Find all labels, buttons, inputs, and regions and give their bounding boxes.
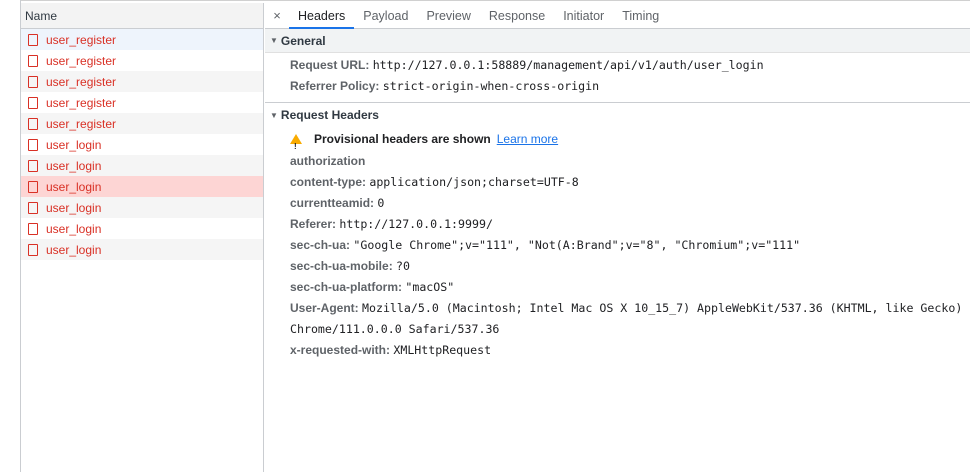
- request-name: user_register: [46, 95, 117, 110]
- document-icon: [28, 33, 38, 46]
- header-key: currentteamid:: [290, 196, 375, 210]
- close-icon[interactable]: ×: [265, 3, 289, 28]
- header-key: Request URL:: [290, 58, 370, 72]
- left-gutter: [0, 0, 21, 472]
- triangle-down-icon: ▼: [270, 110, 278, 120]
- header-row: sec-ch-ua-mobile: ?0: [265, 256, 970, 277]
- name-column-header[interactable]: Name: [21, 3, 263, 29]
- general-section-title: General: [280, 33, 326, 48]
- header-value: http://127.0.0.1:58889/management/api/v1…: [372, 58, 764, 72]
- request-row[interactable]: user_login: [21, 197, 263, 218]
- request-row[interactable]: user_register: [21, 71, 263, 92]
- request-row[interactable]: user_login: [21, 239, 263, 260]
- header-key: Referrer Policy:: [290, 79, 380, 93]
- header-value: http://127.0.0.1:9999/: [339, 217, 493, 231]
- triangle-down-icon: ▼: [270, 36, 278, 45]
- details-pane: × Headers Payload Preview Response Initiator…: [265, 3, 970, 472]
- tab-preview[interactable]: Preview: [417, 3, 479, 28]
- header-value: strict-origin-when-cross-origin: [382, 79, 600, 93]
- header-key: content-type:: [290, 175, 366, 189]
- request-row[interactable]: user_login: [21, 134, 263, 155]
- header-value: ?0: [396, 259, 410, 273]
- document-icon: [28, 96, 38, 109]
- request-name: user_login: [46, 242, 102, 257]
- request-name: user_login: [46, 200, 102, 215]
- request-headers-section-toggle[interactable]: ▼ Request Headers: [265, 103, 970, 127]
- request-name: user_register: [46, 53, 117, 68]
- header-row: content-type: application/json;charset=U…: [265, 172, 970, 193]
- request-headers-title: Request Headers: [280, 108, 379, 122]
- request-row[interactable]: user_register: [21, 113, 263, 134]
- header-key: Referer:: [290, 217, 337, 231]
- header-value: 0: [377, 196, 385, 210]
- learn-more-link[interactable]: Learn more: [497, 127, 558, 151]
- document-icon: [28, 222, 38, 235]
- document-icon: [28, 243, 38, 256]
- header-key: User-Agent:: [290, 301, 359, 315]
- warning-triangle-icon: !: [290, 134, 302, 151]
- request-row[interactable]: user_register: [21, 92, 263, 113]
- header-key: sec-ch-ua-mobile:: [290, 259, 393, 273]
- header-key: x-requested-with:: [290, 343, 391, 357]
- header-row: x-requested-with: XMLHttpRequest: [265, 340, 970, 361]
- document-icon: [28, 180, 38, 193]
- tab-payload[interactable]: Payload: [354, 3, 417, 28]
- request-row[interactable]: user_login: [21, 218, 263, 239]
- request-name: user_register: [46, 74, 117, 89]
- header-value: Mozilla/5.0 (Macintosh; Intel Mac OS X 1…: [290, 301, 963, 336]
- document-icon: [28, 159, 38, 172]
- header-row: Request URL: http://127.0.0.1:58889/mana…: [265, 55, 970, 76]
- tabs: Headers Payload Preview Response Initiator Ti…: [289, 3, 668, 29]
- header-row: sec-ch-ua-platform: "macOS": [265, 277, 970, 298]
- header-row: sec-ch-ua: "Google Chrome";v="111", "Not…: [265, 235, 970, 256]
- request-name: user_login: [46, 158, 102, 173]
- header-row: currentteamid: 0: [265, 193, 970, 214]
- request-rows: user_register user_register user_register u…: [21, 29, 263, 260]
- request-row[interactable]: user_register: [21, 29, 263, 50]
- request-row[interactable]: user_login: [21, 155, 263, 176]
- header-value: XMLHttpRequest: [393, 343, 492, 357]
- tab-response[interactable]: Response: [480, 3, 554, 28]
- request-row[interactable]: user_login: [21, 176, 263, 197]
- document-icon: [28, 201, 38, 214]
- header-row: Referrer Policy: strict-origin-when-cros…: [265, 76, 970, 97]
- request-list: Name user_register user_register user_regi…: [21, 3, 264, 472]
- header-key: authorization: [290, 154, 366, 168]
- request-name: user_login: [46, 179, 102, 194]
- tab-bar: × Headers Payload Preview Response Initiator…: [265, 3, 970, 29]
- header-key: sec-ch-ua:: [290, 238, 351, 252]
- tab-initiator[interactable]: Initiator: [554, 3, 613, 28]
- header-row: User-Agent: Mozilla/5.0 (Macintosh; Inte…: [265, 298, 970, 340]
- header-row: authorization: [265, 151, 970, 172]
- header-value: "macOS": [405, 280, 455, 294]
- provisional-headers-warning: ! Provisional headers are shown Learn mo…: [265, 127, 970, 151]
- general-rows: Request URL: http://127.0.0.1:58889/mana…: [265, 53, 970, 97]
- tab-headers[interactable]: Headers: [289, 3, 355, 29]
- document-icon: [28, 117, 38, 130]
- tab-timing[interactable]: Timing: [613, 3, 668, 28]
- header-row: Referer: http://127.0.0.1:9999/: [265, 214, 970, 235]
- request-name: user_login: [46, 137, 102, 152]
- request-header-rows: authorization content-type: application/…: [265, 151, 970, 361]
- request-name: user_register: [46, 32, 117, 47]
- header-key: sec-ch-ua-platform:: [290, 280, 403, 294]
- document-icon: [28, 54, 38, 67]
- request-name: user_register: [46, 116, 117, 131]
- request-row[interactable]: user_register: [21, 50, 263, 71]
- warning-text: Provisional headers are shown: [314, 132, 491, 146]
- document-icon: [28, 75, 38, 88]
- header-value: "Google Chrome";v="111", "Not(A:Brand";v…: [353, 238, 801, 252]
- header-value: application/json;charset=UTF-8: [369, 175, 579, 189]
- general-section-toggle[interactable]: ▼ General: [265, 29, 970, 53]
- request-name: user_login: [46, 221, 102, 236]
- document-icon: [28, 138, 38, 151]
